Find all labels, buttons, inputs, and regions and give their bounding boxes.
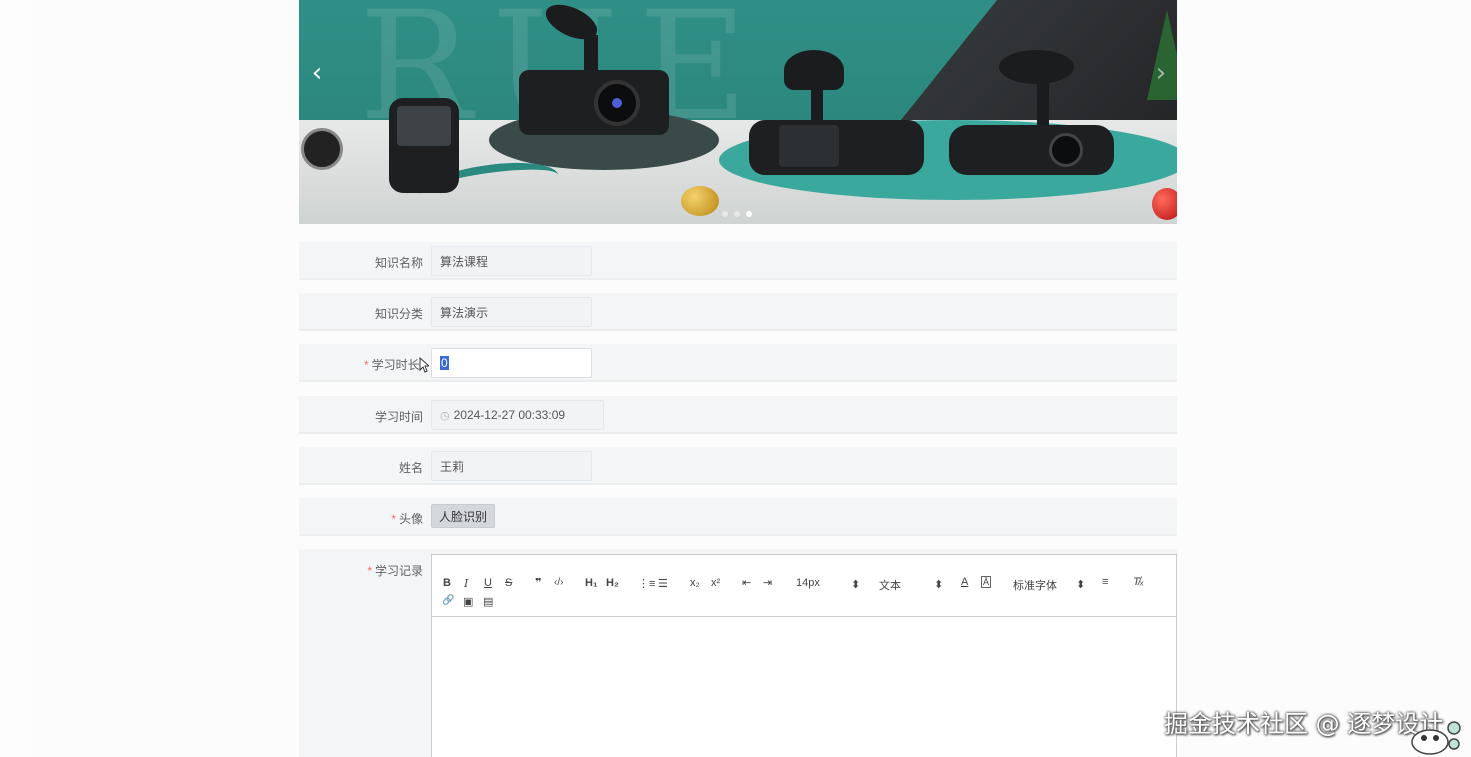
avatar-label: * 头像 [391,510,423,527]
dropdown-arrow-icon: ⬍ [851,579,861,591]
form-row-avatar: * 头像 人脸识别 [299,498,1177,536]
left-margin [0,0,30,757]
dropdown-arrow-icon: ⬍ [934,579,944,591]
knowledge-category-label: 知识分类 [374,307,423,321]
red-ornament [1152,188,1177,220]
bold-button[interactable]: B [443,577,451,589]
form-row-study-duration: * 学习时长/ 0 [299,344,1177,382]
subscript-button[interactable]: x₂ [690,577,700,589]
link-button[interactable]: 🔗 [442,595,454,606]
knowledge-category-value: 算法演示 [440,305,489,320]
clean-format-button[interactable]: T̸ₓ [1133,576,1144,588]
study-duration-label-text: 学习时长/ [371,358,423,372]
heading-2-button[interactable]: H₂ [606,577,619,589]
suction-mount [784,50,844,90]
form-row-user-name: 姓名 王莉 [299,447,1177,485]
form-row-knowledge-category: 知识分类 算法演示 [299,293,1177,331]
clock-icon: ◷ [440,409,450,422]
page: RUE ‹ › 知识名称 算法课程 知识分类 算法演示 [0,0,1471,757]
dashcam [519,70,669,135]
rich-text-editor: B I U S ❞ ‹/› H₁ H₂ ⋮≡ ☰ x₂ x² ⇤ ⇥ 14px … [431,554,1177,757]
indent-button[interactable]: ⇥ [763,576,772,589]
chevron-right-icon[interactable]: › [1146,58,1176,88]
background-color-button[interactable]: Ā [981,576,992,588]
underline-button[interactable]: U [484,577,492,589]
ordered-list-button[interactable]: ⋮≡ [638,577,655,590]
superscript-button[interactable]: x² [711,577,720,589]
form-row-study-record: * 学习记录 B I U S ❞ ‹/› H₁ H₂ ⋮≡ ☰ x₂ x² ⇤ ⇥… [299,549,1177,757]
dropdown-arrow-icon: ⬍ [1076,579,1086,591]
study-record-label: * 学习记录 [367,562,423,579]
gold-ornament [681,186,719,216]
dashcam [389,98,459,193]
mascot-icon [1411,721,1461,755]
italic-button[interactable]: I [464,577,468,590]
required-mark: * [367,564,372,578]
form-row-knowledge-name: 知识名称 算法课程 [299,242,1177,280]
editor-toolbar: B I U S ❞ ‹/› H₁ H₂ ⋮≡ ☰ x₂ x² ⇤ ⇥ 14px … [432,555,1176,617]
carousel-dot[interactable] [734,211,740,217]
study-duration-value: 0 [440,356,449,370]
bullet-list-button[interactable]: ☰ [658,577,668,590]
mount-arm [811,88,823,122]
carousel-dot[interactable] [722,211,728,217]
study-record-label-text: 学习记录 [374,564,423,578]
strike-button[interactable]: S [505,577,512,589]
suction-mount [999,50,1074,84]
face-recognition-button[interactable]: 人脸识别 [431,504,496,528]
dashcam [949,125,1114,175]
mount-arm [584,35,598,75]
knowledge-name-label: 知识名称 [374,256,423,270]
required-mark: * [363,358,369,372]
mouse-cursor-icon [419,357,429,373]
font-size-select[interactable]: 14px [796,577,820,589]
study-time-value: 2024-12-27 00:33:09 [453,408,566,422]
banner-carousel: RUE [299,0,1177,224]
user-name-input[interactable]: 王莉 [431,451,592,481]
mount-arm [1037,80,1049,128]
carousel-dot-active[interactable] [746,211,752,217]
knowledge-category-input[interactable]: 算法演示 [431,297,592,327]
knowledge-name-input[interactable]: 算法课程 [431,246,592,276]
code-block-button[interactable]: ‹/› [554,577,563,588]
dashcam-lens [301,128,343,170]
carousel-indicators [722,211,752,217]
user-name-value: 王莉 [440,459,465,474]
required-mark: * [391,512,396,526]
knowledge-name-value: 算法课程 [440,254,489,269]
watermark: 掘金技术社区 @ 逐梦设计 [1164,710,1444,738]
font-family-select[interactable]: 标准字体 [1013,577,1057,593]
blockquote-button[interactable]: ❞ [535,576,541,589]
user-name-label: 姓名 [398,461,423,475]
avatar-label-text: 头像 [398,512,423,526]
study-duration-input[interactable]: 0 [431,348,592,378]
image-button[interactable]: ▣ [463,595,473,608]
video-button[interactable]: ▤ [483,595,493,608]
chevron-left-icon[interactable]: ‹ [302,58,332,88]
header-select[interactable]: 文本 [879,577,901,593]
study-time-datepicker[interactable]: ◷ 2024-12-27 00:33:09 [431,400,604,430]
text-color-button[interactable]: A [961,576,968,588]
align-button[interactable]: ≡ [1102,576,1108,588]
editor-content-area[interactable] [432,617,1176,757]
heading-1-button[interactable]: H₁ [585,577,598,589]
dashcam [749,120,924,175]
study-duration-label: * 学习时长/ [364,356,423,373]
form-row-study-time: 学习时间 ◷ 2024-12-27 00:33:09 [299,396,1177,434]
outdent-button[interactable]: ⇤ [742,576,751,589]
study-time-label: 学习时间 [374,410,423,424]
